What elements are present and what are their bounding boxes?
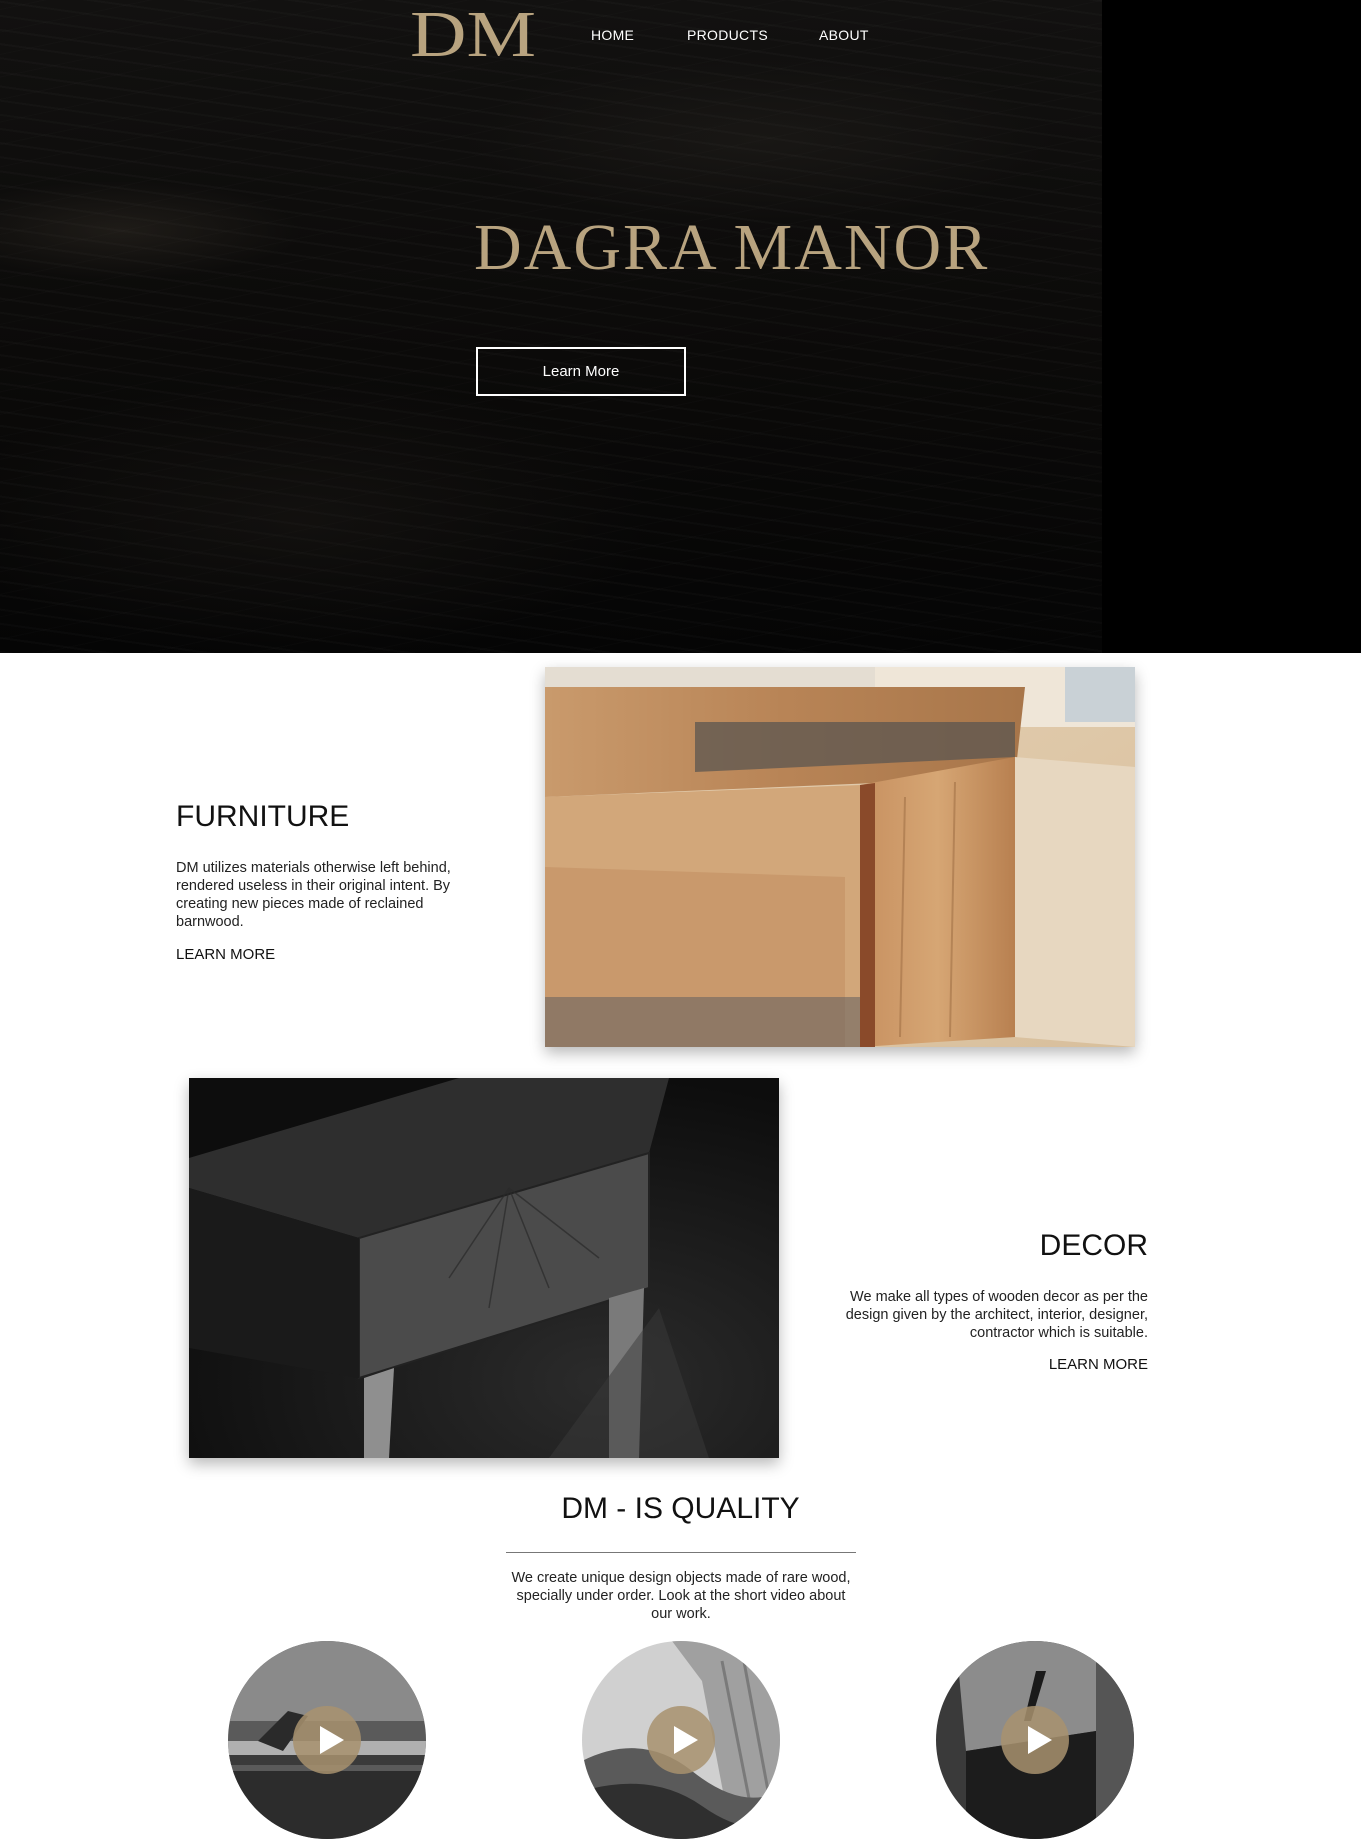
quality-description: We create unique design objects made of …: [511, 1570, 851, 1622]
decor-description: We make all types of wooden decor as per…: [845, 1289, 1148, 1341]
quality-divider: [506, 1552, 856, 1553]
furniture-description: DM utilizes materials otherwise left beh…: [176, 860, 451, 930]
furniture-learn-more-link[interactable]: LEARN MORE: [176, 946, 275, 963]
dm-logo-mark: DM: [410, 0, 536, 71]
svg-text:DM: DM: [410, 2, 536, 62]
video-thumbnail-1[interactable]: [228, 1641, 426, 1839]
nav-about[interactable]: ABOUT: [819, 27, 869, 43]
play-icon[interactable]: [1001, 1706, 1069, 1774]
hero-section: DM HOME PRODUCTS ABOUT DAGRA MANOR Learn…: [0, 0, 1361, 653]
dark-bench-photo: [189, 1078, 779, 1458]
play-icon[interactable]: [647, 1706, 715, 1774]
decor-learn-more-link[interactable]: LEARN MORE: [1049, 1356, 1148, 1373]
furniture-title: FURNITURE: [176, 800, 350, 833]
decor-image: [189, 1078, 779, 1458]
video-thumbnail-3[interactable]: [936, 1641, 1134, 1839]
quality-title: DM - IS QUALITY: [561, 1492, 800, 1525]
hero-background-image: [0, 0, 1102, 653]
play-icon[interactable]: [293, 1706, 361, 1774]
dm-logo[interactable]: DM: [408, 0, 538, 71]
video-thumbnail-2[interactable]: [582, 1641, 780, 1839]
nav-products[interactable]: PRODUCTS: [687, 27, 768, 43]
nav-home[interactable]: HOME: [591, 27, 634, 43]
furniture-image: [545, 667, 1135, 1047]
decor-title: DECOR: [1039, 1229, 1148, 1262]
coffee-table-photo: [545, 667, 1135, 1047]
hero-title: DAGRA MANOR: [474, 211, 990, 284]
learn-more-button[interactable]: Learn More: [476, 347, 686, 396]
